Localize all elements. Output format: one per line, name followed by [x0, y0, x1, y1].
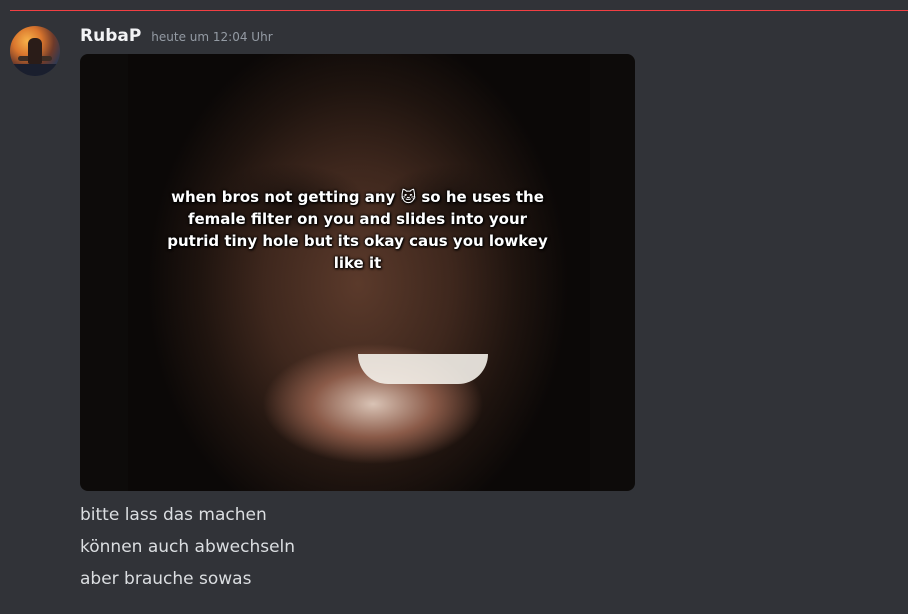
message-header: RubaP heute um 12:04 Uhr [80, 26, 273, 50]
timestamp[interactable]: heute um 12:04 Uhr [151, 30, 272, 44]
message-line: können auch abwechseln [80, 537, 296, 557]
message-line: aber brauche sowas [80, 569, 252, 589]
message-line: bitte lass das machen [80, 505, 267, 525]
chat-message: RubaP heute um 12:04 Uhr when bros not g… [0, 0, 908, 614]
avatar[interactable] [10, 26, 60, 76]
message-content: bitte lass das machen können auch abwech… [80, 502, 295, 598]
username[interactable]: RubaP [80, 26, 141, 46]
image-attachment[interactable]: when bros not getting any 🐱 so he uses t… [80, 54, 635, 491]
attachment-caption: when bros not getting any 🐱 so he uses t… [167, 188, 548, 272]
